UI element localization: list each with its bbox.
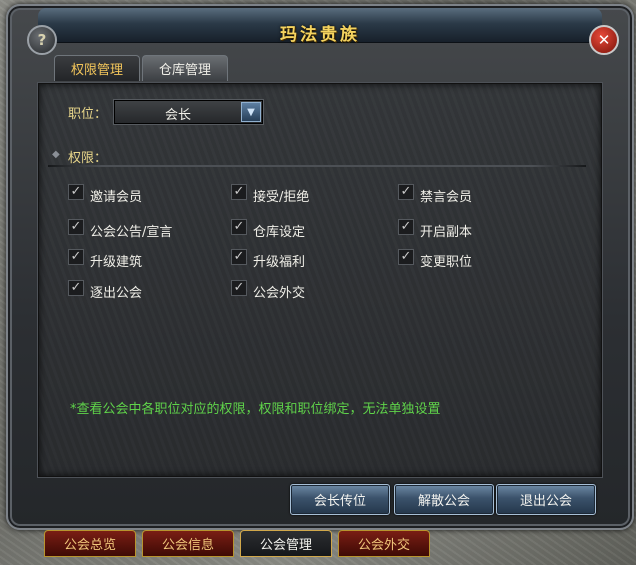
tab-guild-info[interactable]: 公会信息: [142, 530, 234, 557]
permission-label: 权限：: [68, 151, 108, 166]
permission-item-label: 升级建筑: [90, 254, 143, 270]
permission-open-dungeon[interactable]: ✓ 开启副本: [398, 219, 473, 240]
permission-item-label: 公会外交: [253, 285, 306, 301]
position-value: 会长: [164, 108, 191, 123]
tab-warehouse-management[interactable]: 仓库管理: [142, 55, 228, 81]
help-icon[interactable]: ?: [27, 25, 57, 55]
position-label: 职位：: [68, 107, 108, 122]
permission-invite-member[interactable]: ✓ 邀请会员: [68, 184, 143, 205]
permission-warehouse-settings[interactable]: ✓ 仓库设定: [231, 219, 306, 240]
position-dropdown[interactable]: 会长 ▼: [114, 100, 263, 124]
chevron-down-icon[interactable]: ▼: [241, 102, 261, 122]
permission-accept-reject[interactable]: ✓ 接受/拒绝: [231, 184, 310, 205]
checkbox-guild-diplomacy[interactable]: ✓: [231, 280, 247, 296]
window-title: 玛法贵族: [280, 25, 360, 45]
checkbox-upgrade-welfare[interactable]: ✓: [231, 249, 247, 265]
tab-guild-management[interactable]: 公会管理: [240, 530, 332, 557]
checkbox-announcement[interactable]: ✓: [68, 219, 84, 235]
permission-expel-member[interactable]: ✓ 逐出公会: [68, 280, 143, 301]
permission-upgrade-building[interactable]: ✓ 升级建筑: [68, 249, 143, 270]
tab-permission-management[interactable]: 权限管理: [54, 55, 140, 81]
permission-mute-member[interactable]: ✓ 禁言会员: [398, 184, 473, 205]
permission-note: *查看公会中各职位对应的权限，权限和职位绑定，无法单独设置: [70, 402, 441, 417]
permission-item-label: 禁言会员: [420, 189, 473, 205]
tab-guild-diplomacy[interactable]: 公会外交: [338, 530, 430, 557]
close-icon[interactable]: ✕: [589, 25, 619, 55]
permission-item-label: 变更职位: [420, 254, 473, 270]
checkbox-expel-member[interactable]: ✓: [68, 280, 84, 296]
permission-item-label: 逐出公会: [90, 285, 143, 301]
permission-item-label: 开启副本: [420, 224, 473, 240]
disband-guild-button[interactable]: 解散公会: [394, 484, 494, 515]
checkbox-mute-member[interactable]: ✓: [398, 184, 414, 200]
checkbox-upgrade-building[interactable]: ✓: [68, 249, 84, 265]
permission-guild-diplomacy[interactable]: ✓ 公会外交: [231, 280, 306, 301]
permission-item-label: 仓库设定: [253, 224, 306, 240]
permission-item-label: 邀请会员: [90, 189, 143, 205]
checkbox-accept-reject[interactable]: ✓: [231, 184, 247, 200]
permission-item-label: 升级福利: [253, 254, 306, 270]
checkbox-open-dungeon[interactable]: ✓: [398, 219, 414, 235]
leave-guild-button[interactable]: 退出公会: [496, 484, 596, 515]
transfer-leader-button[interactable]: 会长传位: [290, 484, 390, 515]
permission-item-label: 公会公告/宣言: [90, 224, 173, 240]
checkbox-change-position[interactable]: ✓: [398, 249, 414, 265]
permission-change-position[interactable]: ✓ 变更职位: [398, 249, 473, 270]
title-bar[interactable]: 玛法贵族: [38, 8, 602, 45]
permission-item-label: 接受/拒绝: [253, 189, 310, 205]
checkbox-invite-member[interactable]: ✓: [68, 184, 84, 200]
section-diamond-icon: ◆: [52, 149, 60, 160]
divider: [48, 165, 586, 167]
permission-upgrade-welfare[interactable]: ✓ 升级福利: [231, 249, 306, 270]
permission-panel: [38, 83, 602, 477]
permission-announcement[interactable]: ✓ 公会公告/宣言: [68, 219, 173, 240]
checkbox-warehouse-settings[interactable]: ✓: [231, 219, 247, 235]
tab-guild-overview[interactable]: 公会总览: [44, 530, 136, 557]
